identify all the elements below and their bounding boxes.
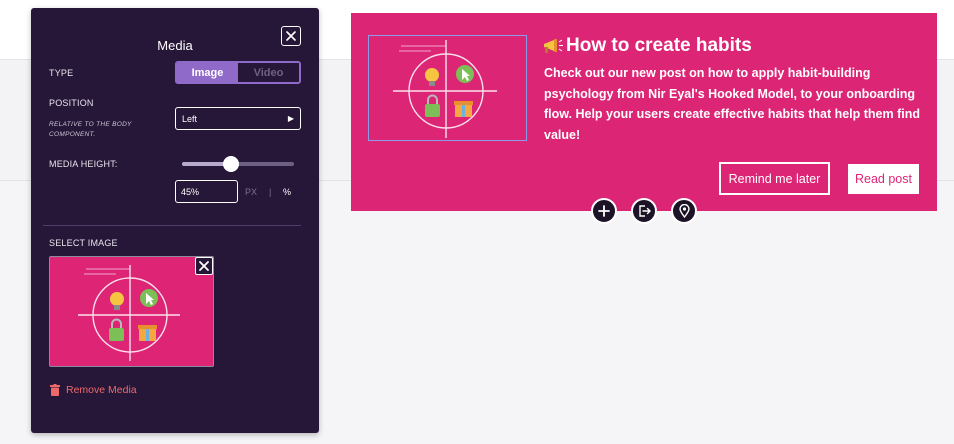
plus-icon bbox=[598, 205, 610, 217]
position-select-value: Left bbox=[182, 113, 198, 124]
card-title: How to create habits bbox=[542, 35, 752, 57]
type-label: TYPE bbox=[49, 68, 74, 78]
remind-me-later-button[interactable]: Remind me later bbox=[719, 162, 830, 195]
section-divider bbox=[43, 225, 301, 226]
megaphone-icon bbox=[544, 39, 563, 53]
media-height-label: MEDIA HEIGHT: bbox=[49, 159, 118, 169]
unit-px-option[interactable]: PX bbox=[245, 187, 257, 197]
exit-button[interactable] bbox=[631, 198, 657, 224]
select-image-label: SELECT IMAGE bbox=[49, 238, 118, 248]
cursor-icon bbox=[140, 289, 158, 307]
panel-title: Media bbox=[157, 38, 193, 53]
lock-icon bbox=[425, 94, 440, 117]
position-pin-button[interactable] bbox=[671, 198, 697, 224]
media-panel: Media TYPE Image Video POSITION RELATIVE… bbox=[31, 8, 319, 433]
remove-media-button[interactable]: Remove Media bbox=[50, 384, 137, 396]
media-height-input[interactable]: 45% bbox=[175, 180, 238, 203]
location-pin-icon bbox=[678, 204, 690, 218]
caret-right-icon: ▶ bbox=[287, 114, 294, 123]
habits-illustration bbox=[78, 265, 180, 361]
type-option-video[interactable]: Video bbox=[238, 63, 299, 82]
close-icon bbox=[286, 31, 296, 41]
close-icon bbox=[199, 261, 209, 271]
card-body-text: Check out our new post on how to apply h… bbox=[544, 66, 921, 142]
lock-icon bbox=[109, 318, 124, 341]
unit-percent-option[interactable]: % bbox=[283, 187, 291, 197]
add-step-button[interactable] bbox=[591, 198, 617, 224]
slider-thumb[interactable] bbox=[223, 156, 239, 172]
position-sublabel: RELATIVE TO THE BODY COMPONENT. bbox=[49, 121, 132, 138]
cursor-icon bbox=[456, 65, 474, 83]
trash-icon bbox=[50, 384, 60, 396]
gift-icon bbox=[138, 325, 157, 341]
panel-close-button[interactable] bbox=[281, 26, 301, 46]
position-select[interactable]: Left ▶ bbox=[175, 107, 301, 130]
selected-image-thumbnail[interactable] bbox=[49, 256, 214, 367]
remove-media-label: Remove Media bbox=[66, 384, 137, 396]
gift-icon bbox=[454, 101, 473, 117]
type-option-image[interactable]: Image bbox=[177, 63, 238, 82]
card-title-text: How to create habits bbox=[566, 35, 752, 56]
position-label: POSITION bbox=[49, 98, 94, 108]
lightbulb-icon bbox=[425, 68, 439, 86]
remove-image-button[interactable] bbox=[195, 257, 213, 275]
habits-illustration bbox=[393, 40, 497, 138]
read-post-button[interactable]: Read post bbox=[848, 164, 919, 194]
announcement-card[interactable]: How to create habits Check out our new p… bbox=[351, 13, 937, 211]
lightbulb-icon bbox=[110, 292, 124, 310]
card-media-image[interactable] bbox=[368, 35, 527, 141]
type-toggle: Image Video bbox=[175, 61, 301, 84]
unit-separator: | bbox=[269, 187, 272, 197]
exit-icon bbox=[638, 205, 651, 217]
